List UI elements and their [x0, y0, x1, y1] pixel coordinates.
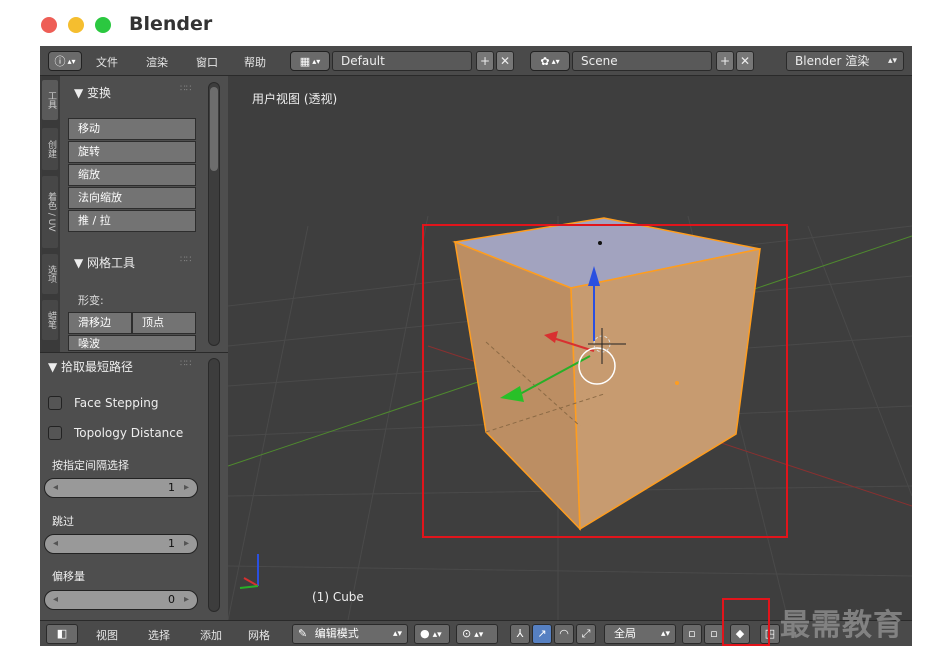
scene-field[interactable]: Scene: [572, 51, 712, 71]
nth-selection-label: 按指定间隔选择: [52, 459, 129, 472]
scrollbar-thumb[interactable]: [210, 87, 218, 171]
tool-shelf-tabs: 工具 创建 着色 / UV 选项 蜡笔: [40, 76, 60, 352]
menu-view[interactable]: 视图: [96, 627, 118, 643]
skip-value: 1: [168, 537, 175, 550]
scene-icon: ✿: [540, 54, 550, 68]
layer-icon[interactable]: ▫: [682, 624, 702, 644]
add-scene-button[interactable]: +: [716, 51, 734, 71]
menu-window[interactable]: 窗口: [196, 54, 218, 70]
screen-layout-field[interactable]: Default: [332, 51, 472, 71]
translate-button[interactable]: 移动: [68, 118, 196, 140]
orientation-label: 全局: [614, 627, 636, 640]
skip-label: 跳过: [52, 515, 74, 528]
skip-field[interactable]: ◂ 1 ▸: [44, 534, 198, 554]
operator-panel-scrollbar[interactable]: [208, 358, 220, 612]
transform-orientation-select[interactable]: 全局 ▴▾: [604, 624, 676, 644]
nth-selection-value: 1: [168, 481, 175, 494]
maximize-window-button[interactable]: [95, 17, 111, 33]
menu-help[interactable]: 帮助: [244, 54, 266, 70]
rotate-button[interactable]: 旋转: [68, 141, 196, 163]
noise-button[interactable]: 噪波: [68, 335, 196, 351]
push-pull-button[interactable]: 推 / 拉: [68, 210, 196, 232]
layer-icon[interactable]: ▫: [704, 624, 724, 644]
close-window-button[interactable]: [41, 17, 57, 33]
view-name-label: 用户视图 (透视): [252, 92, 338, 106]
shrink-fatten-button[interactable]: 法向缩放: [68, 187, 196, 209]
scale-manipulator-icon[interactable]: ⤢: [576, 624, 596, 644]
menu-file[interactable]: 文件: [96, 54, 118, 70]
mode-select[interactable]: ✎ 编辑模式 ▴▾: [292, 624, 408, 644]
face-stepping-label: Face Stepping: [74, 396, 159, 410]
offset-label: 偏移量: [52, 570, 85, 583]
menu-add[interactable]: 添加: [200, 627, 222, 643]
rotate-manipulator-icon[interactable]: ◠: [554, 624, 574, 644]
face-stepping-checkbox[interactable]: [48, 396, 62, 410]
vertex-slide-button[interactable]: 顶点: [132, 312, 196, 334]
tab-options[interactable]: 选项: [42, 254, 58, 294]
view-axes-icon: [239, 554, 259, 589]
menu-select[interactable]: 选择: [148, 627, 170, 643]
manipulator-toggle-icon[interactable]: ⅄: [510, 624, 530, 644]
info-icon: ⓘ: [54, 55, 66, 68]
offset-value: 0: [168, 593, 175, 606]
editor-type-button[interactable]: ⓘ ▴▾: [48, 51, 82, 71]
deform-label: 形变:: [78, 294, 104, 307]
render-engine-label: Blender 渲染: [795, 54, 870, 68]
edit-mode-icon: ✎: [298, 627, 308, 640]
pivot-icon: ⊙: [462, 627, 472, 640]
transform-panel-title[interactable]: ▼ 变换: [74, 84, 111, 101]
panel-drag-handle[interactable]: ∷∷: [180, 84, 191, 94]
layout-grid-icon: ▦: [299, 54, 311, 68]
topology-distance-label: Topology Distance: [74, 426, 184, 440]
shading-select[interactable]: ● ▴▾: [414, 624, 450, 644]
editor-type-button[interactable]: ◧: [46, 624, 78, 644]
topology-distance-checkbox[interactable]: [48, 426, 62, 440]
menu-mesh[interactable]: 网格: [248, 627, 270, 643]
window-title: Blender: [129, 13, 213, 35]
sphere-icon: ●: [420, 627, 430, 640]
offset-field[interactable]: ◂ 0 ▸: [44, 590, 198, 610]
add-layout-button[interactable]: +: [476, 51, 494, 71]
nth-selection-field[interactable]: ◂ 1 ▸: [44, 478, 198, 498]
tab-create[interactable]: 创建: [42, 128, 58, 170]
tab-tools[interactable]: 工具: [42, 80, 58, 120]
remove-scene-button[interactable]: ✕: [736, 51, 754, 71]
window-titlebar: Blender: [0, 0, 931, 46]
menu-render[interactable]: 渲染: [146, 54, 168, 70]
screen-layout-icon-button[interactable]: ▦ ▴▾: [290, 51, 330, 71]
face-select-highlight-box: [722, 598, 770, 646]
panel-drag-handle[interactable]: ∷∷: [180, 359, 191, 369]
active-object-label: (1) Cube: [312, 590, 364, 604]
watermark: 最需教育: [780, 608, 904, 643]
info-header: ⓘ ▴▾ 文件 渲染 窗口 帮助 ▦ ▴▾ Default + ✕ ✿ ▴▾ Scen…: [40, 46, 912, 76]
pivot-select[interactable]: ⊙ ▴▾: [456, 624, 498, 644]
mesh-tools-panel-title[interactable]: ▼ 网格工具: [74, 254, 135, 271]
cube-icon: ◧: [56, 627, 68, 640]
tool-shelf-scrollbar[interactable]: [208, 82, 220, 346]
remove-layout-button[interactable]: ✕: [496, 51, 514, 71]
edge-slide-button[interactable]: 滑移边: [68, 312, 132, 334]
scale-button[interactable]: 缩放: [68, 164, 196, 186]
cube-highlight-box: [422, 224, 788, 538]
tab-grease-pencil[interactable]: 蜡笔: [42, 300, 58, 340]
scene-icon-button[interactable]: ✿ ▴▾: [530, 51, 570, 71]
minimize-window-button[interactable]: [68, 17, 84, 33]
translate-manipulator-icon[interactable]: ↗: [532, 624, 552, 644]
tab-shading-uv[interactable]: 着色 / UV: [42, 176, 58, 248]
panel-drag-handle[interactable]: ∷∷: [180, 255, 191, 265]
render-engine-select[interactable]: Blender 渲染 ▴▾: [786, 51, 904, 71]
operator-panel-title[interactable]: ▼ 拾取最短路径: [48, 358, 133, 375]
mode-label: 编辑模式: [314, 627, 359, 640]
